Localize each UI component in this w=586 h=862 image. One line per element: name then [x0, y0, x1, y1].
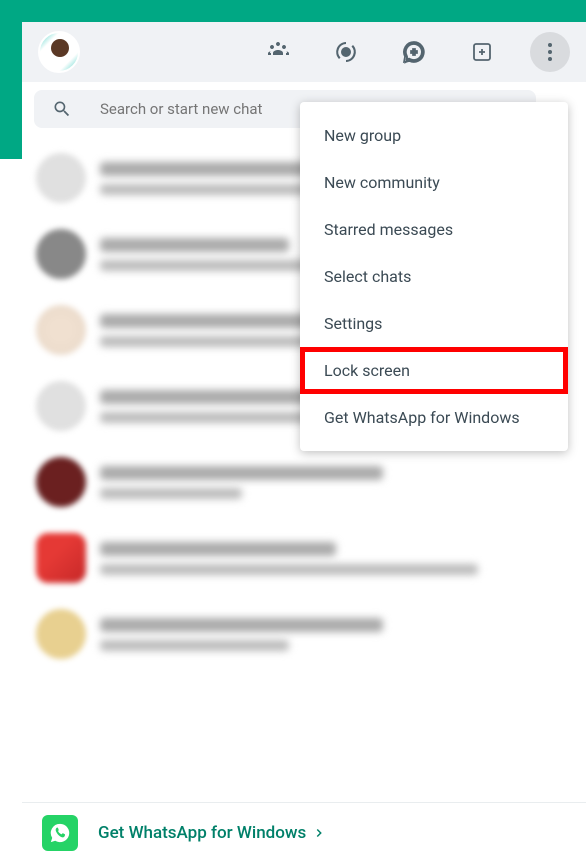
options-dropdown: New group New community Starred messages…	[300, 102, 568, 451]
menu-new-group[interactable]: New group	[300, 112, 568, 159]
search-icon	[52, 99, 72, 119]
header-actions	[258, 32, 570, 72]
app-container: New group New community Starred messages…	[0, 14, 586, 862]
menu-new-community[interactable]: New community	[300, 159, 568, 206]
chat-row[interactable]	[22, 596, 586, 672]
window-top-bar	[0, 0, 586, 14]
user-avatar[interactable]	[38, 31, 80, 73]
chat-row[interactable]	[22, 520, 586, 596]
footer-cta-label: Get WhatsApp for Windows	[98, 823, 306, 843]
menu-lock-screen[interactable]: Lock screen	[300, 347, 568, 394]
chat-row[interactable]	[22, 444, 586, 520]
menu-select-chats[interactable]: Select chats	[300, 253, 568, 300]
menu-starred-messages[interactable]: Starred messages	[300, 206, 568, 253]
communities-icon[interactable]	[258, 32, 298, 72]
footer: Get WhatsApp for Windows	[22, 802, 586, 862]
sidebar-header	[22, 22, 586, 82]
footer-cta[interactable]: Get WhatsApp for Windows	[98, 823, 326, 843]
status-icon[interactable]	[326, 32, 366, 72]
menu-get-whatsapp-windows[interactable]: Get WhatsApp for Windows	[300, 394, 568, 441]
new-chat-icon[interactable]	[394, 32, 434, 72]
channels-icon[interactable]	[462, 32, 502, 72]
sidebar-panel: New group New community Starred messages…	[22, 22, 586, 862]
whatsapp-logo-icon	[42, 815, 78, 851]
menu-button[interactable]	[530, 32, 570, 72]
chevron-right-icon	[312, 826, 326, 840]
menu-settings[interactable]: Settings	[300, 300, 568, 347]
